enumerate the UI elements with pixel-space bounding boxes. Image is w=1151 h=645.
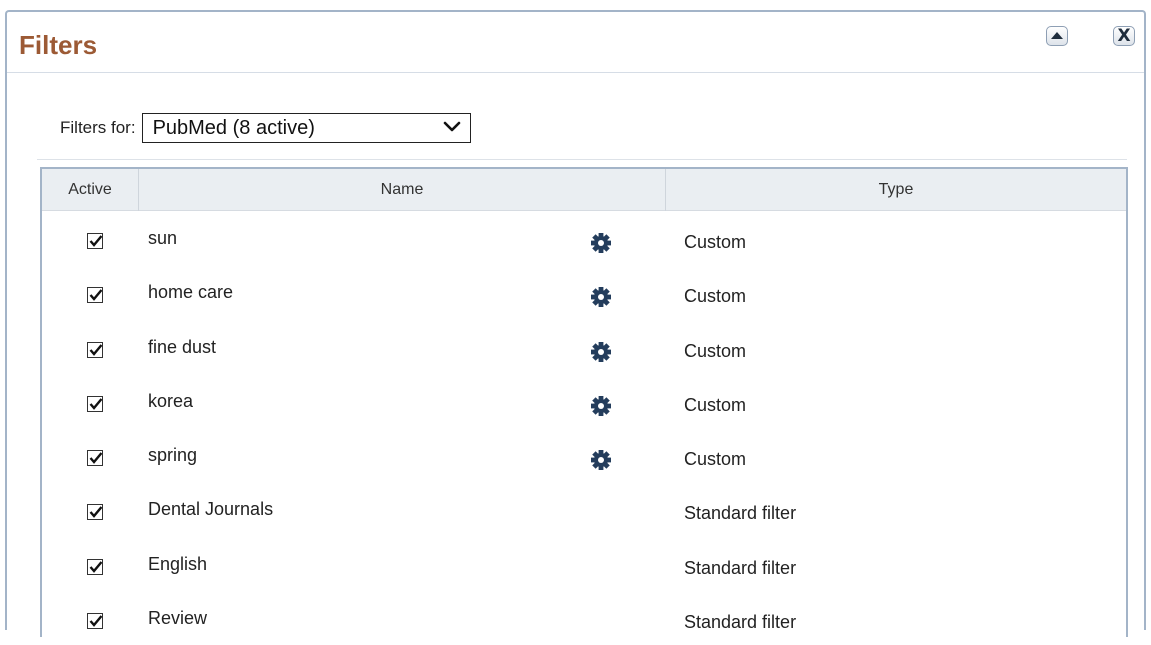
filter-name: fine dust [148, 336, 217, 357]
checkmark-icon [89, 343, 103, 356]
filter-type: Custom [684, 394, 747, 415]
filters-panel: Filters X Filters for: PubMed (8 active)… [5, 10, 1146, 637]
table-row: spring Custom [42, 428, 1126, 482]
filter-name: korea [148, 390, 194, 411]
checkmark-icon [89, 289, 103, 302]
column-header-name[interactable]: Name [139, 169, 666, 211]
filter-name: sun [148, 228, 178, 248]
filters-table: Active Name Type sun Custom home care Cu… [40, 167, 1128, 637]
checkmark-icon [89, 561, 103, 573]
filters-for-control: Filters for: PubMed (8 active) [60, 113, 471, 143]
gear-icon[interactable] [589, 339, 613, 364]
filter-type: Standard filter [684, 503, 797, 524]
checkmark-icon [89, 615, 103, 627]
panel-header: Filters X [7, 12, 1144, 73]
chevron-down-icon [443, 121, 460, 132]
active-checkbox[interactable] [87, 395, 103, 412]
checkmark-icon [89, 452, 103, 465]
table-row: korea Custom [42, 374, 1126, 428]
filter-name: home care [148, 282, 234, 303]
column-header-active[interactable]: Active [42, 169, 139, 211]
table-row: home care Custom [42, 265, 1126, 319]
gear-icon[interactable] [589, 448, 613, 473]
triangle-up-icon [1051, 32, 1063, 39]
checkmark-icon [89, 235, 103, 247]
filters-for-selected-value: PubMed (8 active) [152, 117, 315, 139]
active-checkbox[interactable] [87, 613, 103, 630]
filter-type: Custom [684, 449, 747, 470]
close-button[interactable]: X [1113, 26, 1135, 46]
gear-icon[interactable] [589, 231, 613, 255]
checkmark-icon [89, 398, 103, 410]
table-body: sun Custom home care Custom fine dust Cu… [42, 211, 1126, 645]
table-row: Review Standard filter [42, 591, 1126, 645]
table-row: English Standard filter [42, 537, 1126, 591]
filter-type: Standard filter [684, 612, 797, 633]
active-checkbox[interactable] [87, 504, 103, 521]
table-header: Active Name Type [42, 169, 1126, 211]
filter-name: Review [148, 608, 208, 629]
active-checkbox[interactable] [87, 341, 103, 358]
collapse-button[interactable] [1046, 26, 1068, 46]
filter-type: Standard filter [684, 557, 797, 578]
divider [37, 159, 1127, 160]
active-checkbox[interactable] [87, 558, 103, 575]
table-row: fine dust Custom [42, 320, 1126, 374]
filters-for-label: Filters for: [60, 118, 136, 137]
active-checkbox[interactable] [87, 233, 103, 249]
table-row: sun Custom [42, 211, 1126, 265]
filter-name: English [148, 553, 208, 574]
table-row: Dental Journals Standard filter [42, 482, 1126, 536]
filter-type: Custom [684, 286, 747, 307]
filter-type: Custom [684, 232, 747, 252]
panel-title: Filters [19, 30, 98, 60]
filters-for-select[interactable]: PubMed (8 active) [141, 113, 471, 143]
active-checkbox[interactable] [87, 450, 103, 467]
checkmark-icon [89, 506, 103, 519]
close-x-icon: X [1117, 25, 1131, 46]
gear-icon[interactable] [589, 393, 613, 418]
active-checkbox[interactable] [87, 287, 103, 304]
filter-name: Dental Journals [148, 499, 274, 520]
column-header-type[interactable]: Type [666, 169, 1126, 211]
gear-icon[interactable] [589, 285, 613, 310]
filter-type: Custom [684, 340, 747, 361]
filter-name: spring [148, 445, 198, 466]
